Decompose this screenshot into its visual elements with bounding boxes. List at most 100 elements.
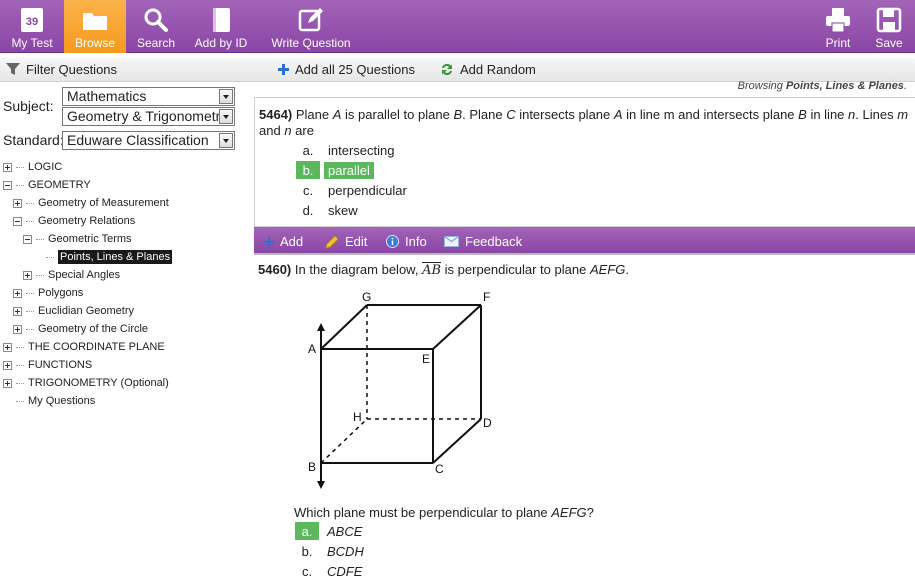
choice-text: ABCE — [327, 523, 363, 539]
tree-connector — [26, 328, 34, 330]
add-random-button[interactable]: Add Random — [440, 62, 536, 77]
question-5464-text: 5464) Plane A is parallel to plane B. Pl… — [259, 107, 911, 139]
course-select[interactable]: Geometry & Trigonometry — [62, 107, 235, 126]
save-button[interactable]: Save — [870, 0, 908, 53]
tree-item-euclidian-geometry[interactable]: Euclidian Geometry — [13, 302, 134, 320]
course-value: Geometry & Trigonometry — [67, 108, 228, 124]
tree-item-polygons[interactable]: Polygons — [13, 284, 83, 302]
answer-choice[interactable]: b. BCDH — [295, 542, 368, 560]
choice-letter: c. — [302, 182, 314, 198]
question-card-5464[interactable]: 5464) Plane A is parallel to plane B. Pl… — [254, 97, 915, 227]
info-label: Info — [405, 234, 427, 249]
tree-item-geometry-of-measurement[interactable]: Geometry of Measurement — [13, 194, 169, 212]
tree-item-the-coordinate-plane[interactable]: THE COORDINATE PLANE — [3, 338, 165, 356]
vertex-label-e: E — [422, 352, 430, 366]
tree-item-label: THE COORDINATE PLANE — [28, 341, 165, 353]
standard-label: Standard: — [3, 132, 64, 148]
tree-item-label: Geometry Relations — [38, 215, 136, 227]
shuffle-icon — [442, 63, 452, 76]
answer-choice[interactable]: b. parallel — [296, 161, 374, 179]
vertex-label-c: C — [435, 462, 444, 476]
expand-icon[interactable] — [3, 162, 12, 172]
info-button[interactable]: Info — [386, 234, 427, 249]
question-intro: In the diagram below, — [294, 262, 419, 277]
envelope-icon — [444, 236, 459, 247]
filter-questions-button[interactable]: Filter Questions — [6, 62, 117, 77]
expand-icon[interactable] — [3, 360, 12, 370]
tree-item-trigonometry-optional[interactable]: TRIGONOMETRY (Optional) — [3, 374, 169, 392]
vertex-label-d: D — [483, 416, 492, 430]
answer-choice[interactable]: c. CDFE — [295, 562, 366, 580]
tree-item-my-questions[interactable]: My Questions — [3, 392, 95, 410]
answer-choice[interactable]: c. perpendicular — [296, 181, 411, 199]
vertex-label-f: F — [483, 290, 490, 304]
browse-button[interactable]: Browse — [64, 0, 126, 53]
add-by-id-button[interactable]: Add by ID — [190, 0, 252, 53]
standard-value: Eduware Classification — [67, 132, 209, 148]
browse-label: Browse — [74, 36, 115, 50]
vertex-label-g: G — [362, 290, 371, 304]
choice-text: CDFE — [327, 563, 363, 579]
plus-icon — [278, 64, 289, 75]
answer-choice[interactable]: a. intersecting — [296, 141, 398, 159]
tree-item-label: Geometric Terms — [48, 233, 132, 245]
my-test-button[interactable]: 39 My Test — [0, 0, 64, 53]
answer-choice[interactable]: d. skew — [296, 201, 362, 219]
tree-item-geometric-terms[interactable]: Geometric Terms — [23, 230, 132, 248]
expand-icon[interactable] — [13, 324, 22, 334]
collapse-icon[interactable] — [13, 216, 22, 226]
collapse-icon[interactable] — [23, 234, 32, 244]
browsing-prefix: Browsing — [737, 80, 786, 92]
write-question-label: Write Question — [271, 36, 351, 50]
tree-item-geometry[interactable]: GEOMETRY — [3, 176, 91, 194]
expand-icon[interactable] — [13, 306, 22, 316]
answer-choice[interactable]: a. ABCE — [295, 522, 366, 540]
tree-item-label: Geometry of Measurement — [38, 197, 169, 209]
tree-item-points-lines-planes[interactable]: Points, Lines & Planes — [33, 248, 173, 266]
question-action-bar: Add Edit Info Feedback — [254, 227, 915, 255]
tree-connector — [16, 400, 24, 402]
add-question-button[interactable]: Add — [264, 234, 303, 249]
tree-item-label: Polygons — [38, 287, 84, 299]
choice-text: BCDH — [327, 543, 364, 559]
folder-icon — [83, 13, 107, 30]
expand-icon[interactable] — [13, 288, 22, 298]
tree-connector — [16, 184, 24, 186]
dropdown-arrow-icon — [219, 89, 233, 104]
question-rest: is perpendicular to plane — [444, 262, 587, 277]
print-label: Print — [825, 36, 851, 50]
tree-connector — [36, 238, 44, 240]
add-all-label: Add all 25 Questions — [295, 62, 415, 77]
my-test-label: My Test — [11, 36, 53, 50]
cube-diagram: G F A E H D B C — [308, 290, 492, 489]
choice-text: intersecting — [328, 142, 395, 158]
tree-item-label: FUNCTIONS — [28, 359, 93, 371]
print-button[interactable]: Print — [818, 0, 858, 53]
feedback-button[interactable]: Feedback — [444, 234, 522, 249]
tree-item-label: Special Angles — [48, 269, 121, 281]
expand-icon[interactable] — [13, 198, 22, 208]
standard-select[interactable]: Eduware Classification — [62, 131, 235, 150]
add-all-questions-button[interactable]: Add all 25 Questions — [278, 62, 415, 77]
collapse-icon[interactable] — [3, 180, 12, 190]
vertex-label-a: A — [308, 342, 316, 356]
write-question-button[interactable]: Write Question — [266, 0, 356, 53]
tree-item-logic[interactable]: LOGIC — [3, 158, 62, 176]
subject-select[interactable]: Mathematics — [62, 87, 235, 106]
tree-item-functions[interactable]: FUNCTIONS — [3, 356, 92, 374]
search-button[interactable]: Search — [131, 0, 181, 53]
expand-icon[interactable] — [3, 342, 12, 352]
tree-item-special-angles[interactable]: Special Angles — [23, 266, 120, 284]
browsing-suffix: . — [903, 80, 907, 92]
book-icon — [213, 8, 230, 32]
edit-question-button[interactable]: Edit — [325, 234, 367, 249]
tree-item-geometry-of-the-circle[interactable]: Geometry of the Circle — [13, 320, 148, 338]
tree-item-label: TRIGONOMETRY (Optional) — [28, 377, 169, 389]
tree-connector — [16, 382, 24, 384]
tree-item-geometry-relations[interactable]: Geometry Relations — [13, 212, 135, 230]
expand-icon[interactable] — [23, 270, 32, 280]
expand-icon[interactable] — [3, 378, 12, 388]
tree-item-label: GEOMETRY — [28, 179, 91, 191]
choice-letter: b. — [301, 543, 313, 559]
test-document-icon: 39 — [21, 8, 43, 32]
